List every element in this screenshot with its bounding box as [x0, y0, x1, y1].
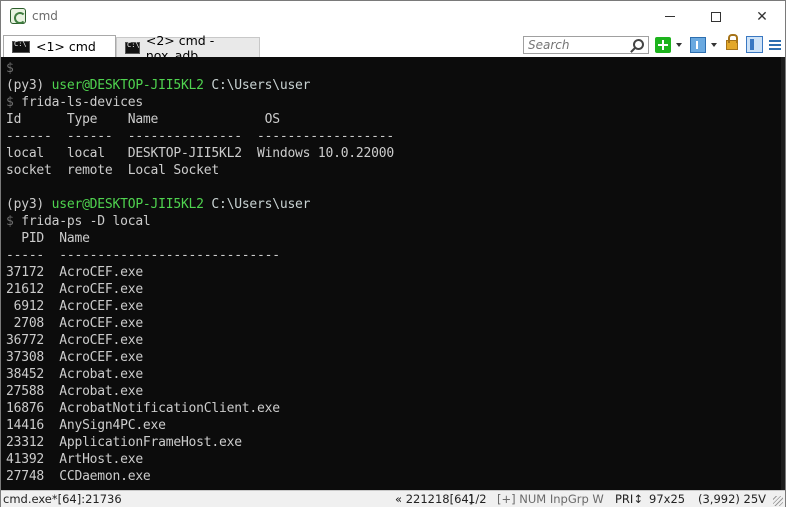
search-box[interactable] [523, 36, 649, 54]
terminal-line: 14416 AnySign4PC.exe [6, 417, 166, 434]
terminal-text: 27748 CCDaemon.exe [6, 469, 151, 484]
terminal-text: 14416 AnySign4PC.exe [6, 418, 166, 433]
menu-icon[interactable] [769, 39, 781, 51]
terminal-text: local local DESKTOP-JII5KL2 Windows 10.0… [6, 146, 394, 161]
terminal-line: 21612 AcroCEF.exe [6, 281, 143, 298]
status-priority: PRI↕ [615, 492, 643, 506]
terminal-text: (py3) [6, 197, 52, 212]
minimize-button[interactable] [647, 1, 693, 32]
terminal-line: 23312 ApplicationFrameHost.exe [6, 434, 242, 451]
add-console-icon[interactable] [655, 37, 671, 53]
terminal-line: 6912 AcroCEF.exe [6, 298, 144, 315]
terminal-output[interactable]: $ (py3) user@DESKTOP-JII5KL2 C:\Users\use… [1, 57, 785, 490]
terminal-line: $ frida-ps -D local [6, 213, 151, 230]
conemu-app-icon[interactable] [10, 8, 26, 24]
maximize-icon [711, 11, 721, 22]
terminal-text: 21612 AcroCEF.exe [6, 282, 143, 297]
terminal-text: user@DESKTOP-JII5KL2 [51, 197, 204, 212]
terminal-text: $ [6, 214, 22, 229]
terminal-text: 16876 AcrobatNotificationClient.exe [6, 401, 280, 416]
search-input[interactable] [524, 37, 628, 53]
status-flags: [+] NUM InpGrp W [497, 492, 604, 506]
minimize-icon [665, 16, 675, 17]
tab-toolbar-row: <1> cmd <2> cmd - nox_adb ... [1, 32, 785, 63]
tab-console-2[interactable]: <2> cmd - nox_adb ... [116, 33, 260, 63]
terminal-text: frida-ls-devices [21, 95, 143, 110]
status-size: 97x25 [649, 492, 686, 506]
terminal-line: 27588 Acrobat.exe [6, 383, 143, 400]
terminal-text: 41392 ArtHost.exe [6, 452, 143, 467]
terminal-line: 37308 AcroCEF.exe [6, 349, 143, 366]
maximize-button[interactable] [693, 1, 739, 32]
terminal-line: (py3) user@DESKTOP-JII5KL2 C:\Users\user [6, 77, 311, 94]
terminal-text: 37172 AcroCEF.exe [6, 265, 143, 280]
status-page: 1/2 [468, 492, 487, 506]
terminal-line: $ [6, 60, 14, 77]
terminal-text: C:\Users\user [203, 78, 311, 93]
terminal-line: Id Type Name OS [6, 111, 280, 128]
console-icon [125, 41, 140, 54]
terminal-line: local local DESKTOP-JII5KL2 Windows 10.0… [6, 145, 394, 162]
terminal-text: 38452 Acrobat.exe [6, 367, 143, 382]
tab-console-1[interactable]: <1> cmd [3, 35, 116, 57]
status-process: cmd.exe*[64]:21736 [3, 492, 122, 506]
terminal-text: 23312 ApplicationFrameHost.exe [6, 435, 242, 450]
tab-label: <1> cmd [36, 39, 96, 54]
terminal-line: 38452 Acrobat.exe [6, 366, 143, 383]
terminal-text: Id Type Name OS [6, 112, 280, 127]
terminal-line: 41392 ArtHost.exe [6, 451, 143, 468]
terminal-line: socket remote Local Socket [6, 162, 219, 179]
lock-icon[interactable] [726, 34, 738, 50]
window-title: cmd [32, 9, 58, 23]
terminal-line: ------ ------ --------------- ----------… [6, 128, 394, 145]
status-position: « 221218[64] [395, 492, 474, 506]
terminal-line: ----- ----------------------------- [6, 247, 280, 264]
search-icon[interactable] [633, 39, 644, 50]
close-icon: ✕ [756, 8, 768, 25]
terminal-text: ------ ------ --------------- ----------… [6, 129, 394, 144]
terminal-text: 36772 AcroCEF.exe [6, 333, 143, 348]
close-button[interactable]: ✕ [739, 1, 785, 32]
terminal-text: 27588 Acrobat.exe [6, 384, 143, 399]
status-coord: (3,992) 25V [698, 492, 767, 506]
status-bar: cmd.exe*[64]:21736 « 221218[64] 1/2 [+] … [1, 490, 785, 507]
terminal-text: user@DESKTOP-JII5KL2 [51, 78, 204, 93]
terminal-line: 36772 AcroCEF.exe [6, 332, 143, 349]
console-icon [12, 40, 30, 53]
split-view-icon[interactable] [746, 36, 763, 53]
terminal-line: 27748 CCDaemon.exe [6, 468, 151, 485]
panel-icon[interactable] [690, 37, 706, 53]
terminal-text: 37308 AcroCEF.exe [6, 350, 143, 365]
terminal-line: (py3) user@DESKTOP-JII5KL2 C:\Users\user [6, 196, 311, 213]
terminal-text: $ [6, 95, 22, 110]
terminal-text: PID Name [6, 231, 90, 246]
terminal-text: frida-ps -D local [21, 214, 151, 229]
terminal-line: 16876 AcrobatNotificationClient.exe [6, 400, 280, 417]
console-window: cmd ✕ <1> cmd <2> cmd - nox_adb ... $(py… [0, 0, 786, 507]
terminal-text: socket remote Local Socket [6, 163, 219, 178]
terminal-line: 2708 AcroCEF.exe [6, 315, 144, 332]
chevron-down-icon[interactable] [676, 43, 682, 47]
scrollbar[interactable] [781, 57, 785, 490]
terminal-line: 37172 AcroCEF.exe [6, 264, 143, 281]
terminal-text: $ [6, 61, 14, 76]
resize-grip[interactable] [773, 496, 783, 506]
terminal-line: PID Name [6, 230, 90, 247]
chevron-down-icon[interactable] [711, 43, 717, 47]
terminal-text: 6912 AcroCEF.exe [6, 299, 144, 314]
terminal-text: C:\Users\user [203, 197, 311, 212]
terminal-line: $ frida-ls-devices [6, 94, 143, 111]
title-bar[interactable]: cmd ✕ [1, 1, 785, 32]
terminal-text: 2708 AcroCEF.exe [6, 316, 144, 331]
terminal-text: (py3) [6, 78, 52, 93]
terminal-text: ----- ----------------------------- [6, 248, 280, 263]
